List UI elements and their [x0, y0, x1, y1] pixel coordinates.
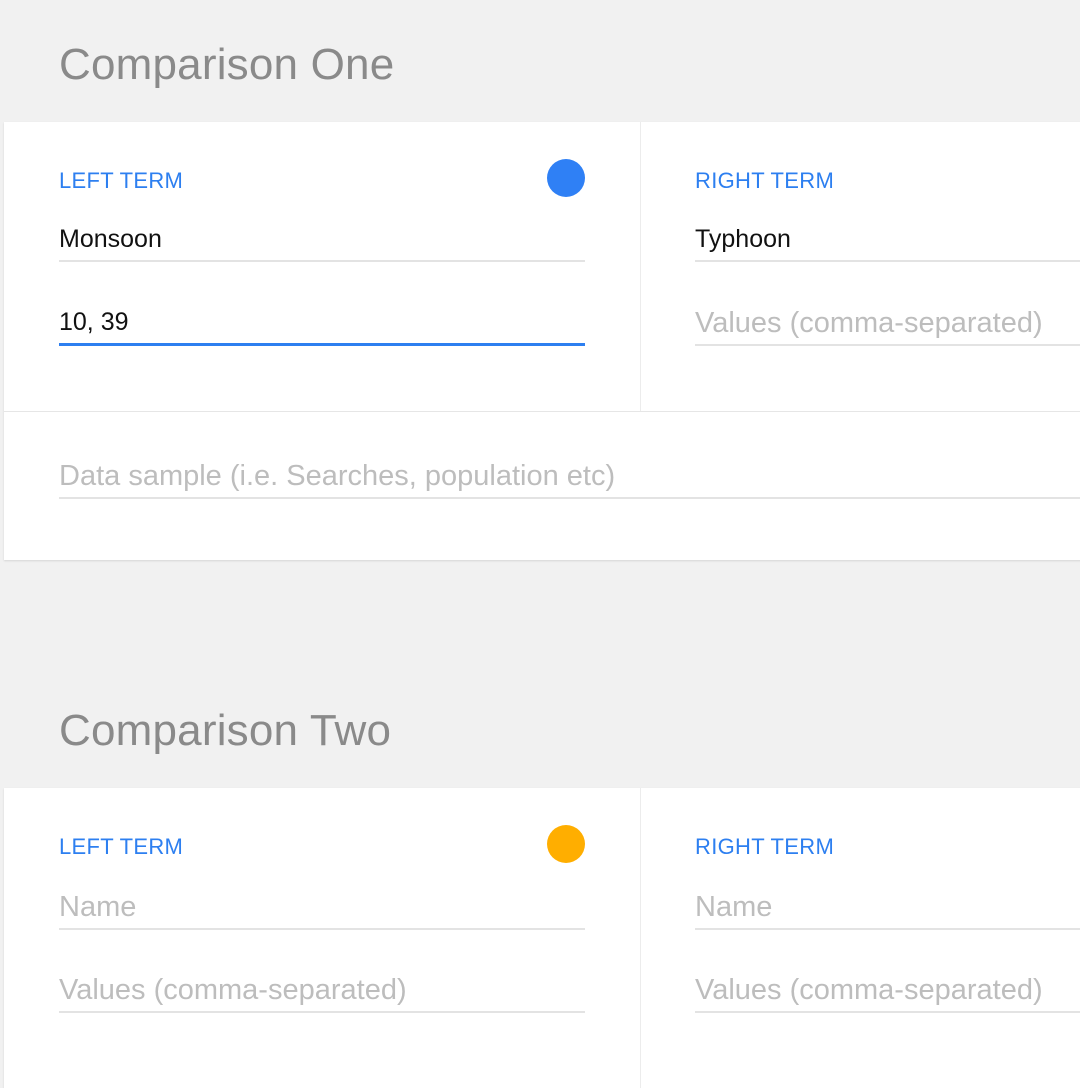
color-picker-dot[interactable] [547, 825, 585, 863]
right-term-label: RIGHT TERM [695, 168, 835, 193]
color-picker-dot[interactable] [547, 159, 585, 197]
row-divider [4, 411, 1080, 412]
left-term-values-input[interactable] [59, 969, 585, 1013]
right-term-name-input[interactable] [695, 218, 1080, 262]
right-term-values-input[interactable] [695, 969, 1080, 1013]
comparison-one-card: LEFT TERM RIGHT TERM [4, 122, 1080, 560]
column-divider [640, 788, 641, 1088]
comparison-one-title: Comparison One [59, 40, 395, 89]
left-term-name-input[interactable] [59, 886, 585, 930]
left-term-name-input[interactable] [59, 218, 585, 262]
left-term-label: LEFT TERM [59, 168, 184, 193]
left-term-label: LEFT TERM [59, 834, 184, 859]
right-term-name-input[interactable] [695, 886, 1080, 930]
left-term-values-input[interactable] [59, 302, 585, 346]
data-sample-input[interactable] [59, 455, 1080, 499]
comparison-two-card: LEFT TERM RIGHT TERM [4, 788, 1080, 1088]
right-term-label: RIGHT TERM [695, 834, 835, 859]
right-term-values-input[interactable] [695, 302, 1080, 346]
comparison-two-title: Comparison Two [59, 706, 392, 755]
column-divider [640, 122, 641, 412]
